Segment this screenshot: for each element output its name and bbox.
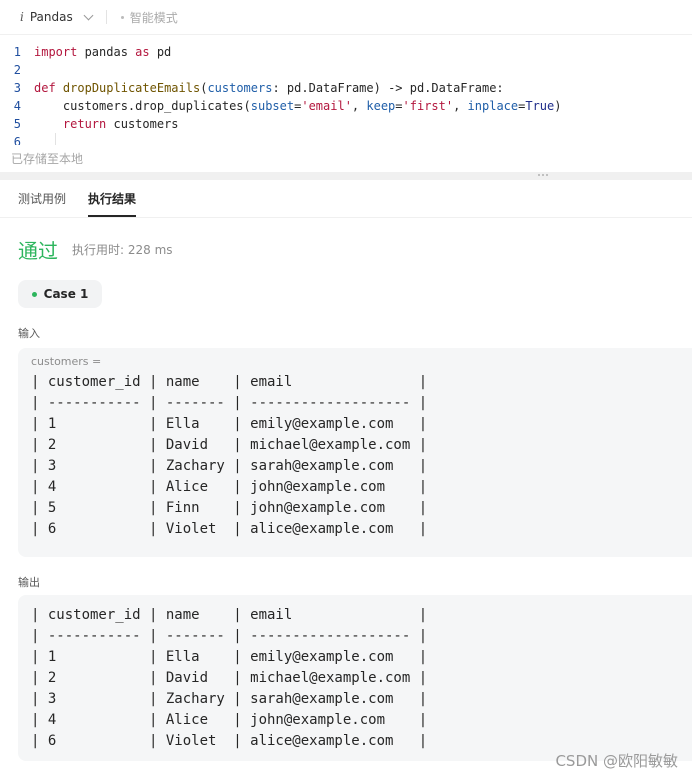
line-number: 6 [13, 135, 21, 145]
output-panel: | customer_id | name | email | | -------… [18, 595, 692, 761]
code-line: 6 [0, 133, 692, 145]
table-row: | 1 | Ella | emily@example.com | [31, 416, 428, 432]
pass-dot-icon [31, 291, 37, 297]
code-token: customers.drop_duplicates( [34, 99, 251, 113]
line-number: 5 [13, 117, 21, 131]
code-token: 'email' [301, 99, 352, 113]
code-token: True [525, 99, 555, 113]
input-variable-name: customers = [31, 355, 102, 368]
table-row: | ----------- | ------- | --------------… [31, 395, 428, 411]
code-token: def [34, 81, 56, 95]
code-line: 1 import pandas as pd [0, 43, 692, 61]
code-token: : pd.DataFrame) -> pd.DataFrame: [272, 81, 504, 95]
table-row: | 2 | David | michael@example.com | [31, 670, 428, 686]
code-line: 4 customers.drop_duplicates(subset ='emai… [0, 97, 692, 115]
code-token: pd [149, 45, 172, 59]
code-token: as [135, 45, 150, 59]
input-panel: customers = | customer_id | name | email… [18, 348, 692, 557]
code-token: customers [207, 81, 273, 95]
code-token: import [34, 45, 78, 59]
tab-results[interactable]: 执行结果 [88, 180, 137, 217]
line-number: 3 [13, 81, 21, 95]
tab-testcases[interactable]: 测试用例 [18, 180, 66, 217]
code-line: 3 def dropDuplicateEmails(customers: pd.D… [0, 79, 692, 97]
case-1-button[interactable]: Case 1 [18, 280, 102, 308]
code-token: = [395, 99, 403, 113]
code-token: = [518, 99, 526, 113]
code-token: dropDuplicateEmails [62, 81, 201, 95]
drag-handle-icon[interactable] [538, 174, 548, 176]
line-number: 2 [13, 63, 21, 77]
table-row: | customer_id | name | email | [31, 374, 428, 390]
language-selector[interactable]: i Pandas [20, 10, 94, 24]
table-row: | customer_id | name | email | [31, 607, 428, 623]
smart-mode-toggle[interactable]: 智能模式 [120, 9, 178, 26]
code-token: return [62, 117, 107, 131]
output-section-label: 输出 [18, 576, 40, 589]
line-number: 1 [13, 45, 21, 59]
code-token: , [453, 99, 468, 113]
table-row: | 6 | Violet | alice@example.com | [31, 733, 428, 749]
table-row: | 5 | Finn | john@example.com | [31, 500, 428, 516]
code-token: = [294, 99, 302, 113]
code-token: inplace [467, 99, 519, 113]
table-row: | ----------- | ------- | --------------… [31, 628, 428, 644]
result-status: 通过 [18, 238, 58, 263]
code-token: 'first' [402, 99, 454, 113]
code-lines: 1 import pandas as pd 2 3 def dropDuplicateE… [0, 43, 692, 145]
chevron-down-icon [83, 10, 94, 21]
code-token: pandas [77, 45, 136, 59]
result-tabs: 测试用例 执行结果 [0, 180, 692, 218]
editor-toolbar: i Pandas 智能模式 [0, 0, 692, 35]
table-row: | 1 | Ella | emily@example.com | [31, 649, 428, 665]
table-row: | 4 | Alice | john@example.com | [31, 712, 428, 728]
code-editor[interactable]: 1 import pandas as pd 2 3 def dropDuplicateE… [0, 35, 692, 145]
smart-mode-label: 智能模式 [129, 10, 178, 25]
indent-guide [55, 133, 56, 145]
code-token: ) [554, 99, 562, 113]
code-token: subset [250, 99, 295, 113]
result-header: 通过 执行用时: 228 ms [0, 218, 692, 280]
code-token: customers [106, 117, 179, 131]
language-label: Pandas [29, 10, 73, 24]
table-row: | 4 | Alice | john@example.com | [31, 479, 428, 495]
code-line: 5 return customers [0, 115, 692, 133]
dot-icon [120, 15, 124, 19]
code-token: keep [366, 99, 396, 113]
runtime-label: 执行用时: 228 ms [72, 242, 173, 257]
table-row: | 6 | Violet | alice@example.com | [31, 521, 428, 537]
save-status: 已存储至本地 [11, 152, 84, 166]
table-row: | 2 | David | michael@example.com | [31, 437, 428, 453]
code-token: ( [200, 81, 208, 95]
table-row: | 3 | Zachary | sarah@example.com | [31, 458, 428, 474]
toolbar-divider [105, 10, 107, 24]
case-label: Case 1 [43, 287, 89, 301]
input-section-label: 输入 [18, 327, 40, 340]
code-token: , [351, 99, 367, 113]
code-line: 2 [0, 61, 692, 79]
language-icon: i [20, 10, 24, 24]
table-row: | 3 | Zachary | sarah@example.com | [31, 691, 428, 707]
watermark: CSDN @欧阳敏敏 [555, 752, 678, 770]
panel-splitter[interactable] [0, 172, 692, 180]
line-number: 4 [13, 99, 21, 113]
